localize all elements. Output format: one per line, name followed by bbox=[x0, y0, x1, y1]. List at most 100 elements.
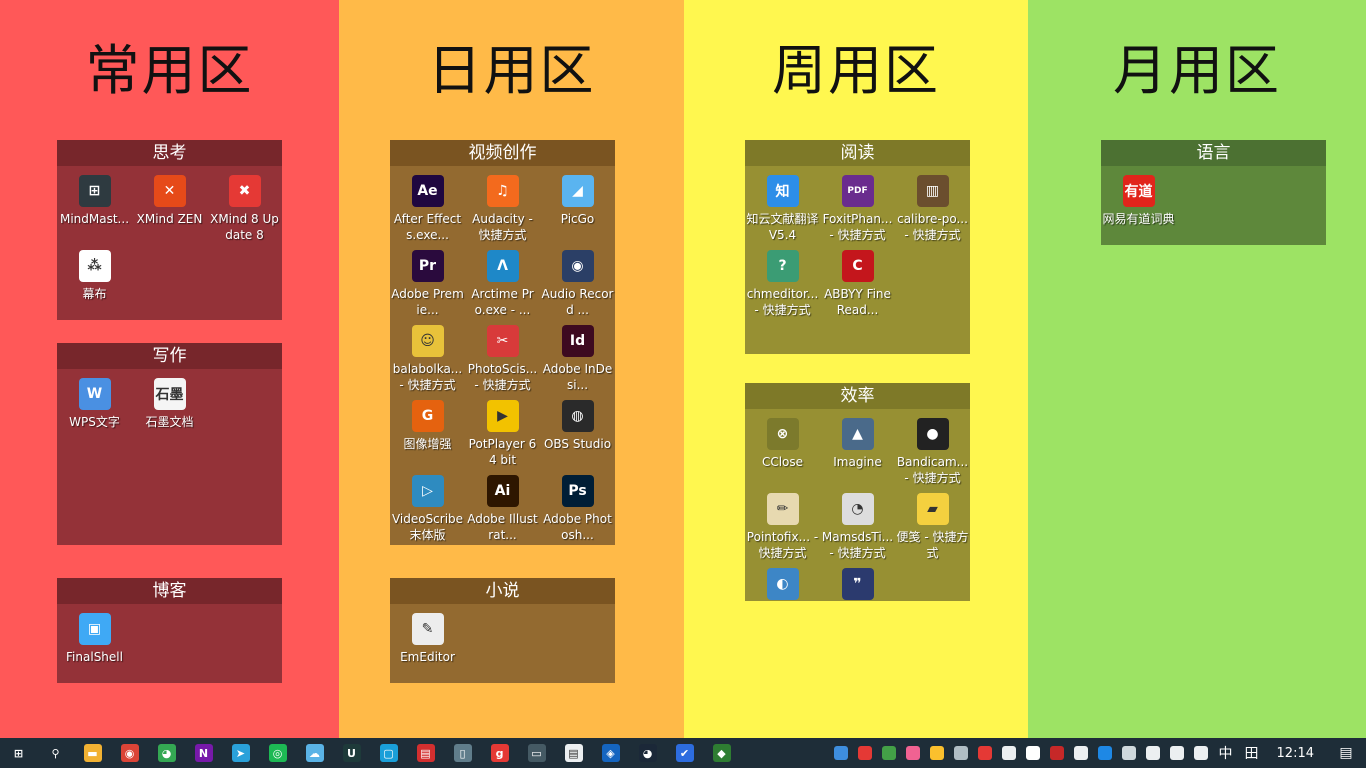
desktop-shortcut[interactable]: ▣ FinalShell bbox=[57, 609, 132, 665]
fence-efficiency[interactable]: 效率 ⊗ CClose ▲ Imagine ● Bandicam... - 快捷方式 ✏ Poi… bbox=[745, 383, 970, 601]
taskbar-button[interactable]: ▤ bbox=[407, 738, 444, 768]
desktop-shortcut[interactable]: ✂ PhotoScis... - 快捷方式 bbox=[465, 321, 540, 393]
fence-video-creation[interactable]: 视频创作 Ae After Effects.exe... ♫ Audacity - 快捷… bbox=[390, 140, 615, 545]
taskbar-button[interactable]: ⊞ bbox=[0, 738, 37, 768]
tray-chrome-icon[interactable] bbox=[925, 738, 949, 768]
desktop-shortcut[interactable]: ⊞ MindMast... bbox=[57, 171, 132, 227]
desktop-shortcut[interactable]: ◐ bbox=[745, 564, 820, 604]
taskbar-button[interactable]: ▬ bbox=[74, 738, 111, 768]
clock[interactable]: 12:14 bbox=[1265, 746, 1326, 761]
notification-center-icon[interactable]: ▤ bbox=[1326, 745, 1366, 761]
taskbar-button[interactable]: ◕ bbox=[148, 738, 185, 768]
fence-thinking[interactable]: 思考 ⊞ MindMast... ✕ XMind ZEN ✖ XMind 8 Update … bbox=[57, 140, 282, 320]
desktop-shortcut[interactable]: 石墨 石墨文档 bbox=[132, 374, 207, 430]
taskbar-button[interactable]: g bbox=[481, 738, 518, 768]
ime-mode-icon[interactable]: 田 bbox=[1239, 743, 1265, 763]
desktop-shortcut[interactable]: ◢ PicGo bbox=[540, 171, 615, 227]
desktop-shortcut[interactable]: ? chmeditor... - 快捷方式 bbox=[745, 246, 820, 318]
tray-volume-icon[interactable] bbox=[1165, 738, 1189, 768]
fence-reading[interactable]: 阅读知知云文献翻译V5.4 PDF FoxitPhan... - 快捷方式 ▥ cali… bbox=[745, 140, 970, 354]
taskbar-button[interactable]: ◉ bbox=[111, 738, 148, 768]
tray-green-icon[interactable] bbox=[877, 738, 901, 768]
tray-blue-icon[interactable] bbox=[829, 738, 853, 768]
fence-title[interactable]: 博客 bbox=[57, 578, 282, 604]
desktop-shortcut[interactable]: ☺ balabolka... - 快捷方式 bbox=[390, 321, 465, 393]
taskbar-button[interactable]: ☁ bbox=[296, 738, 333, 768]
fence-novel[interactable]: 小说 ✎ EmEditor bbox=[390, 578, 615, 683]
photoshop-icon: Ps bbox=[561, 475, 594, 507]
desktop-shortcut[interactable]: ✏ Pointofix... - 快捷方式 bbox=[745, 489, 820, 561]
taskbar-button[interactable]: ◕ bbox=[629, 738, 666, 768]
tray-close-icon[interactable] bbox=[1117, 738, 1141, 768]
fence-title[interactable]: 思考 bbox=[57, 140, 282, 166]
desktop-shortcut[interactable]: ◍ OBS Studio bbox=[540, 396, 615, 452]
tray-wifi-icon[interactable] bbox=[1189, 738, 1213, 768]
desktop-shortcut[interactable]: ✎ EmEditor bbox=[390, 609, 465, 665]
desktop-shortcut[interactable]: ⊗ CClose bbox=[745, 414, 820, 470]
tray-obs-icon[interactable] bbox=[1021, 738, 1045, 768]
desktop-shortcut[interactable]: G 图像增强 bbox=[390, 396, 465, 452]
desktop-shortcut[interactable]: Ai Adobe Illustrat... bbox=[465, 471, 540, 543]
desktop-shortcut[interactable]: ▷ VideoScribe 末体版 bbox=[390, 471, 465, 543]
desktop-shortcut[interactable]: ❞ bbox=[820, 564, 895, 604]
taskbar-button[interactable]: ⚲ bbox=[37, 738, 74, 768]
wps-writer-icon: W bbox=[78, 378, 111, 410]
desktop-shortcut[interactable]: ⁂ 幕布 bbox=[57, 246, 132, 302]
desktop-shortcut[interactable]: Pr Adobe Premie... bbox=[390, 246, 465, 318]
tray-pig-icon[interactable] bbox=[901, 738, 925, 768]
desktop-shortcut[interactable]: ▰ 便笺 - 快捷方式 bbox=[895, 489, 970, 561]
desktop-shortcut[interactable]: ♫ Audacity - 快捷方式 bbox=[465, 171, 540, 243]
taskbar-button[interactable]: ▭ bbox=[518, 738, 555, 768]
tray-gear-icon[interactable] bbox=[997, 738, 1021, 768]
desktop-shortcut[interactable]: C ABBYY FineRead... bbox=[820, 246, 895, 318]
taskbar-button[interactable]: ▯ bbox=[444, 738, 481, 768]
desktop-shortcut[interactable]: ▥ calibre-po... - 快捷方式 bbox=[895, 171, 970, 243]
taskbar-button[interactable]: U bbox=[333, 738, 370, 768]
taskbar-button[interactable]: ▤ bbox=[555, 738, 592, 768]
desktop-shortcut[interactable]: Ps Adobe Photosh... bbox=[540, 471, 615, 543]
tray-battery-icon[interactable] bbox=[1141, 738, 1165, 768]
fence-title[interactable]: 视频创作 bbox=[390, 140, 615, 166]
tray-shield-icon[interactable] bbox=[1069, 738, 1093, 768]
desktop-shortcut[interactable]: W WPS文字 bbox=[57, 374, 132, 430]
tray-dots-icon[interactable] bbox=[1045, 738, 1069, 768]
tray-screen-icon[interactable] bbox=[973, 738, 997, 768]
fence-title[interactable]: 写作 bbox=[57, 343, 282, 369]
tray-defender-icon[interactable] bbox=[1093, 738, 1117, 768]
desktop-shortcut[interactable]: Λ Arctime Pro.exe - ... bbox=[465, 246, 540, 318]
desktop-shortcut[interactable]: ✖ XMind 8 Update 8 bbox=[207, 171, 282, 243]
taskbar-button[interactable]: ◎ bbox=[259, 738, 296, 768]
taskbar-button[interactable]: ➤ bbox=[222, 738, 259, 768]
desktop-shortcut[interactable]: 知知云文献翻译V5.4 bbox=[745, 171, 820, 243]
desktop-shortcut[interactable]: ◉ Audio Record ... bbox=[540, 246, 615, 318]
fence-blog[interactable]: 博客 ▣ FinalShell bbox=[57, 578, 282, 683]
fence-title[interactable]: 小说 bbox=[390, 578, 615, 604]
desktop-shortcut[interactable]: 有道 网易有道词典 bbox=[1101, 171, 1176, 227]
ime-indicator[interactable]: 中 bbox=[1213, 743, 1239, 763]
desktop-shortcut[interactable]: ▶ PotPlayer 64 bit bbox=[465, 396, 540, 468]
fence-writing[interactable]: 写作 W WPS文字 石墨 石墨文档 bbox=[57, 343, 282, 545]
taskbar-button[interactable]: ✔ bbox=[666, 738, 703, 768]
taskbar-button[interactable]: N bbox=[185, 738, 222, 768]
shortcut-label: calibre-po... - 快捷方式 bbox=[897, 212, 968, 242]
desktop-shortcut[interactable]: PDF FoxitPhan... - 快捷方式 bbox=[820, 171, 895, 243]
desktop-shortcut[interactable]: ● Bandicam... - 快捷方式 bbox=[895, 414, 970, 486]
shortcut-label: 石墨文档 bbox=[145, 415, 194, 429]
desktop-shortcut[interactable]: ✕ XMind ZEN bbox=[132, 171, 207, 227]
taskbar-button[interactable]: ◆ bbox=[703, 738, 740, 768]
fence-title[interactable]: 语言 bbox=[1101, 140, 1326, 166]
fence-title[interactable]: 阅读 bbox=[745, 140, 970, 166]
desktop-shortcut[interactable]: Ae After Effects.exe... bbox=[390, 171, 465, 243]
red-app-icon: g bbox=[490, 744, 509, 762]
fence-language[interactable]: 语言有道 网易有道词典 bbox=[1101, 140, 1326, 245]
picgo-icon: ◢ bbox=[561, 175, 594, 207]
desktop-shortcut[interactable]: ◔ MamsdsTi... - 快捷方式 bbox=[820, 489, 895, 561]
taskbar-button[interactable]: ◈ bbox=[592, 738, 629, 768]
taskbar-button[interactable]: ▢ bbox=[370, 738, 407, 768]
desktop-shortcut[interactable]: ▲ Imagine bbox=[820, 414, 895, 470]
fence-title[interactable]: 效率 bbox=[745, 383, 970, 409]
tray-cloud-icon[interactable] bbox=[949, 738, 973, 768]
fence-body: ✎ EmEditor bbox=[390, 604, 615, 683]
tray-red-icon[interactable] bbox=[853, 738, 877, 768]
desktop-shortcut[interactable]: Id Adobe InDesi... bbox=[540, 321, 615, 393]
